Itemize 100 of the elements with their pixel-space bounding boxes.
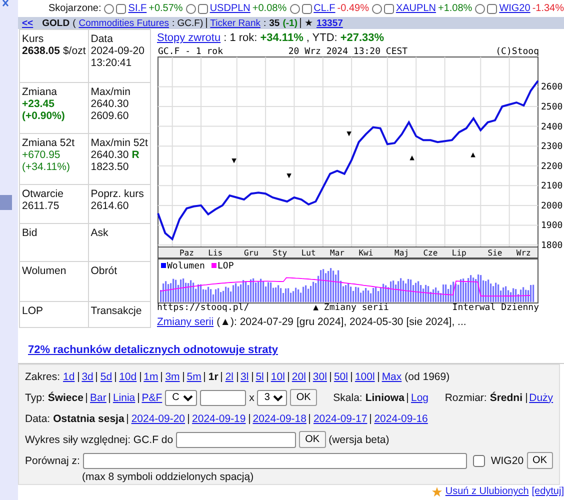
label-text: (▲): 2024-07-29 [gru 2024], 2024-05-30 [sie 2024], ... — [216, 316, 466, 328]
option-link[interactable]: 10d — [119, 370, 137, 382]
link[interactable]: 13357 — [316, 18, 343, 28]
field-label: Transakcje — [90, 305, 143, 318]
option-link[interactable]: Linia — [112, 392, 136, 404]
radio-button[interactable] — [372, 4, 382, 14]
option-link[interactable]: 100l — [354, 370, 375, 382]
radio-button[interactable] — [290, 4, 300, 14]
change-value: +0.08% — [252, 3, 287, 14]
axis-tick-label: Mar — [330, 248, 344, 258]
hint-text: (max 8 symboli oddzielonych spacją) — [81, 471, 255, 483]
edit-link[interactable]: [edytuj] — [532, 486, 564, 497]
link[interactable]: Commodities Futures — [78, 18, 170, 28]
option-link[interactable]: 1m — [144, 370, 158, 382]
label-text: 2614.60 — [90, 200, 129, 212]
field-label: Porównaj z: — [25, 454, 80, 466]
radio-button[interactable] — [475, 4, 486, 14]
checkbox[interactable] — [384, 4, 394, 14]
option-link[interactable]: Ostatnia sesja — [53, 412, 124, 424]
option-link[interactable]: Max — [382, 370, 402, 382]
option-link[interactable]: Świece — [48, 392, 84, 404]
radio-button[interactable] — [186, 4, 196, 14]
checkbox[interactable] — [198, 4, 208, 14]
chart-type-select[interactable]: C — [165, 390, 198, 406]
option-link[interactable]: 1d — [63, 370, 75, 382]
field-label: Rozmiar: — [444, 392, 487, 404]
label-text: (od 1969) — [404, 370, 450, 382]
axis-tick-label: Lis — [208, 248, 223, 258]
option-link[interactable]: 5m — [186, 370, 202, 382]
field-label: Typ: — [25, 392, 45, 404]
option-link[interactable]: 3d — [82, 370, 94, 382]
input-field[interactable] — [82, 452, 467, 468]
axis-tick-label: Wrz — [516, 248, 531, 258]
option-link[interactable]: 2024-09-16 — [374, 412, 428, 424]
checkbox[interactable] — [472, 454, 485, 466]
option-link[interactable]: 3m — [165, 370, 180, 382]
back-link[interactable]: << — [22, 18, 34, 28]
symbol-link[interactable]: CL.F — [314, 3, 336, 14]
close-icon[interactable] — [2, 0, 11, 7]
link[interactable]: Ticker Rank — [210, 18, 260, 28]
option-link[interactable]: 3l — [240, 370, 249, 382]
ok-button[interactable]: OK — [290, 389, 317, 406]
option-link[interactable]: 20l — [292, 370, 306, 382]
change-value: -0.49% — [337, 3, 369, 14]
label-text: $/ozt — [62, 45, 86, 57]
change-value: (+34.11%) — [22, 161, 70, 174]
option-link[interactable]: 2l — [225, 370, 234, 382]
option-link[interactable]: Średni — [490, 392, 523, 404]
field-label: Zmiana — [22, 86, 58, 98]
symbol-link[interactable]: WIG20 — [499, 3, 530, 14]
option-link[interactable]: 2024-09-18 — [252, 412, 306, 424]
option-link[interactable]: 50l — [334, 370, 348, 382]
change-value: +34.11% — [260, 32, 304, 44]
label-text: 1823.50 — [90, 161, 129, 174]
checkbox[interactable] — [487, 4, 498, 14]
symbol-link[interactable]: USDPLN — [210, 3, 250, 14]
option-link[interactable]: Liniowa — [365, 392, 404, 404]
option-link[interactable]: Log — [411, 392, 429, 404]
checkbox[interactable] — [302, 4, 312, 14]
ok-button[interactable]: OK — [526, 452, 553, 469]
series-change-marker: ▼ — [346, 129, 352, 138]
ok-button[interactable]: OK — [299, 431, 326, 448]
radio-button[interactable] — [104, 4, 114, 14]
input-field[interactable] — [176, 432, 296, 448]
option-link[interactable]: 10l — [270, 370, 285, 382]
label-text: 2640.30 — [90, 98, 129, 110]
option-link[interactable]: 30l — [312, 370, 327, 382]
field-label: LOP — [22, 305, 44, 318]
option-link[interactable]: 2024-09-19 — [192, 412, 246, 424]
risk-notice-link[interactable]: 72% rachunków detalicznych odnotowuje straty — [28, 344, 278, 356]
axis-tick-label: Maj — [394, 248, 409, 258]
axis-tick-label: Kwi — [358, 248, 374, 258]
symbol-link[interactable]: SI.F — [128, 3, 147, 14]
multiplier-select[interactable]: 3 — [257, 390, 288, 406]
option-link[interactable]: 2024-09-17 — [313, 412, 368, 424]
label-text: ★ — [304, 17, 314, 29]
field-label: Data — [90, 33, 114, 45]
label-text: 2609.60 — [90, 110, 129, 122]
option-link[interactable]: 5l — [256, 370, 264, 382]
link[interactable]: Zmiany serii — [157, 316, 214, 328]
remove-favorite-link[interactable]: Usuń z Ulubionych — [445, 486, 529, 497]
axis-tick-label: 2200 — [541, 162, 563, 172]
option-link[interactable]: Duży — [529, 392, 554, 404]
field-label: Zmiana 52t — [22, 137, 76, 150]
option-link[interactable]: 2024-09-20 — [131, 412, 186, 424]
option-link[interactable]: P&F — [142, 392, 162, 404]
series-change-marker: ▲ — [470, 150, 476, 159]
change-value: R — [132, 149, 140, 162]
option-link[interactable]: 1r — [208, 370, 218, 382]
checkbox[interactable] — [116, 4, 126, 14]
symbol-link[interactable]: XAUPLN — [396, 3, 436, 14]
input-field[interactable] — [200, 390, 246, 406]
option-link[interactable]: 5d — [100, 370, 112, 382]
field-label: Kurs — [22, 33, 45, 45]
label-text: 2611.75 — [22, 200, 60, 212]
link[interactable]: Stopy zwrotu — [157, 32, 221, 44]
option-link[interactable]: Bar — [90, 392, 106, 404]
axis-tick-label: Sie — [488, 248, 502, 258]
axis-tick-label: Lip — [452, 248, 466, 258]
label-text: 13:20:41 — [90, 57, 132, 69]
